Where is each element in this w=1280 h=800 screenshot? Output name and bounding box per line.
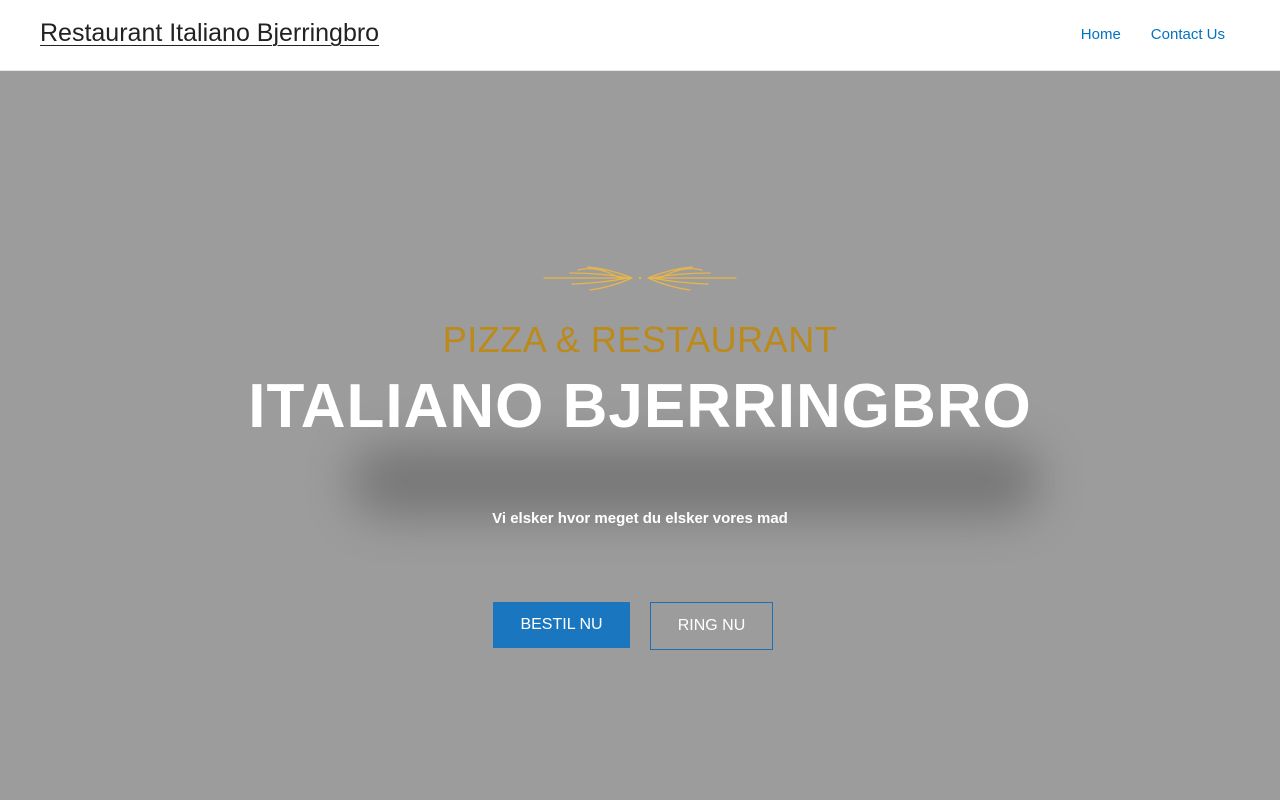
hero-title-shadow (350, 446, 1040, 516)
order-now-button[interactable]: BESTIL NU (493, 602, 630, 648)
wheat-ornament-icon (543, 266, 737, 291)
call-now-button[interactable]: RING NU (650, 602, 773, 650)
site-header: Restaurant Italiano Bjerringbro Home Con… (0, 0, 1280, 71)
site-title-link[interactable]: Restaurant Italiano Bjerringbro (40, 19, 379, 48)
hero-tagline: Vi elsker hvor meget du elsker vores mad (492, 510, 788, 527)
nav-item-home[interactable]: Home (1081, 26, 1121, 43)
main-navigation: Home Contact Us (1081, 26, 1225, 43)
hero-title: ITALIANO BJERRINGBRO (248, 372, 1032, 441)
nav-item-contact-us[interactable]: Contact Us (1151, 26, 1225, 43)
hero-section: PIZZA & RESTAURANT ITALIANO BJERRINGBRO … (0, 71, 1280, 800)
hero-subtitle: PIZZA & RESTAURANT (442, 319, 838, 360)
